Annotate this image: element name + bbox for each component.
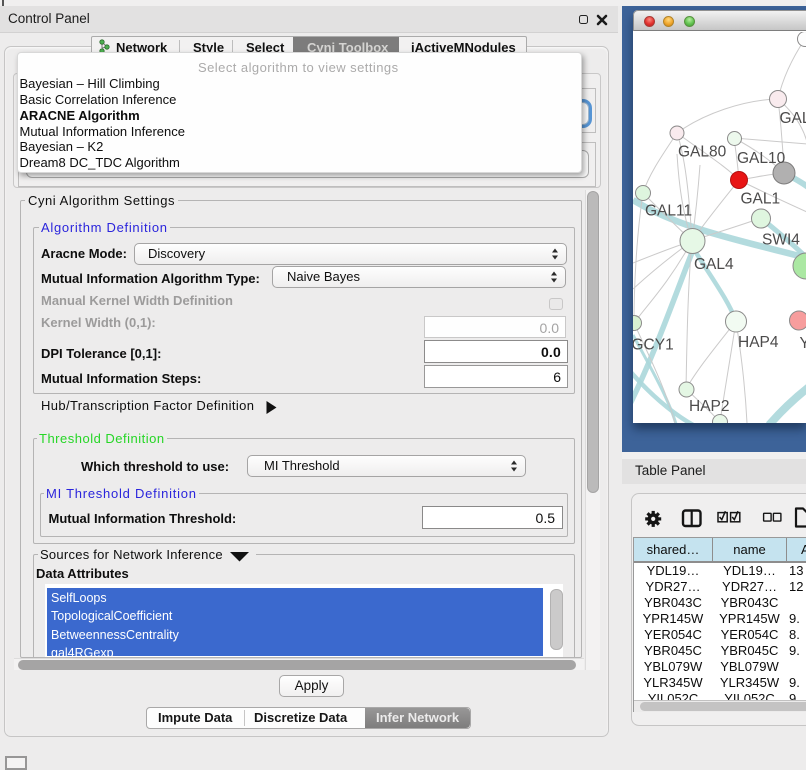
svg-text:GAL: GAL — [780, 110, 806, 127]
svg-text:Y: Y — [800, 335, 806, 352]
svg-text:GAL80: GAL80 — [678, 144, 727, 161]
svg-text:GCY1: GCY1 — [633, 337, 674, 354]
svg-text:GAL11: GAL11 — [645, 203, 692, 220]
svg-text:SWI4: SWI4 — [762, 232, 800, 249]
svg-text:HAP2: HAP2 — [689, 398, 730, 415]
svg-text:GAL10: GAL10 — [737, 150, 786, 167]
svg-text:HAP4: HAP4 — [738, 334, 779, 351]
svg-text:GAL4: GAL4 — [694, 256, 734, 273]
svg-text:GAL1: GAL1 — [741, 191, 781, 208]
